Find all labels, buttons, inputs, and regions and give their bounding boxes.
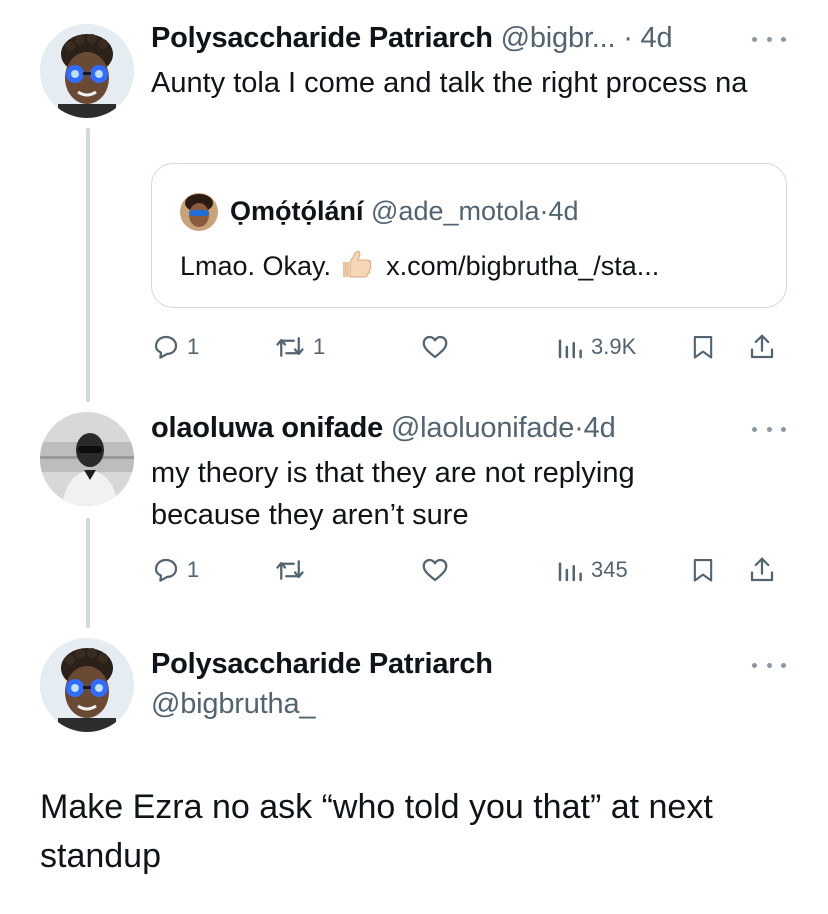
- tweet-2-actions: 1 345: [151, 550, 791, 590]
- bookmark-icon: [693, 559, 713, 582]
- repost-icon: [276, 337, 304, 357]
- author-name[interactable]: olaoluwa onifade: [151, 412, 383, 444]
- tweet-2-header: olaoluwa onifade @laoluonifade·4d: [151, 410, 616, 446]
- quote-link[interactable]: x.com/bigbrutha_/sta...: [386, 251, 659, 281]
- bookmark-button[interactable]: [689, 327, 717, 367]
- more-icon[interactable]: [752, 424, 786, 434]
- quote-author-handle[interactable]: @ade_motola: [371, 196, 540, 226]
- author-handle[interactable]: @laoluonifade: [391, 412, 574, 444]
- more-icon[interactable]: [752, 34, 786, 44]
- quote-separator-dot: ·: [539, 196, 549, 226]
- reply-button[interactable]: 1: [151, 327, 199, 367]
- like-button[interactable]: [420, 550, 450, 590]
- share-button[interactable]: [747, 327, 777, 367]
- repost-button[interactable]: [273, 550, 307, 590]
- views-icon: [558, 339, 582, 359]
- share-icon: [750, 557, 774, 582]
- reply-icon: [154, 335, 178, 359]
- quote-text-row: Lmao. Okay. x.com/bigbrutha_/sta...: [180, 248, 659, 288]
- quote-avatar: [180, 193, 218, 231]
- more-icon[interactable]: [752, 660, 786, 670]
- tweet-text: my theory is that they are not replying …: [151, 457, 635, 531]
- repost-icon: [276, 560, 304, 580]
- avatar-polysaccharide[interactable]: [40, 638, 134, 732]
- reply-count: 1: [187, 557, 200, 582]
- separator-dot: ·: [623, 22, 633, 54]
- quote-author-name[interactable]: Ọmọ́tọ́lání: [230, 196, 364, 226]
- like-button[interactable]: [420, 327, 450, 367]
- reply-button[interactable]: 1: [151, 550, 199, 590]
- avatar-polysaccharide[interactable]: [40, 24, 134, 118]
- tweet-1[interactable]: Polysaccharide Patriarch @bigbr... · 4d …: [0, 0, 828, 400]
- share-button[interactable]: [747, 550, 777, 590]
- heart-icon: [422, 335, 448, 359]
- tweet-2[interactable]: olaoluwa onifade @laoluonifade·4d my the…: [0, 400, 828, 630]
- heart-icon: [422, 558, 448, 582]
- author-handle[interactable]: @bigbr...: [501, 22, 616, 54]
- tweet-3-handle: @bigbrutha_: [151, 686, 315, 722]
- repost-count: 1: [313, 334, 326, 359]
- bookmark-icon: [693, 336, 713, 359]
- tweet-text: Aunty tola I come and talk the right pro…: [151, 67, 748, 99]
- tweet-1-header: Polysaccharide Patriarch @bigbr... · 4d: [151, 20, 673, 56]
- author-name[interactable]: Polysaccharide Patriarch: [151, 22, 493, 54]
- quote-text: Lmao. Okay.: [180, 251, 332, 281]
- main-tweet-text: Make Ezra no ask “who told you that” at …: [40, 788, 713, 875]
- author-name[interactable]: Polysaccharide Patriarch: [151, 648, 493, 680]
- quote-header: Ọmọ́tọ́lání @ade_motola·4d: [230, 193, 579, 229]
- bookmark-button[interactable]: [689, 550, 717, 590]
- quote-tweet[interactable]: Ọmọ́tọ́lání @ade_motola·4d Lmao. Okay. x…: [151, 163, 787, 308]
- author-handle[interactable]: @bigbrutha_: [151, 688, 315, 720]
- views-icon: [558, 562, 582, 582]
- avatar-olaoluwa[interactable]: [40, 412, 134, 506]
- timestamp[interactable]: 4d: [641, 22, 673, 54]
- views-count: 345: [591, 557, 628, 582]
- thumbs-up-icon: [339, 249, 373, 288]
- repost-button[interactable]: 1: [273, 327, 325, 367]
- share-icon: [750, 334, 774, 359]
- tweet-1-actions: 1 1 3.9K: [151, 327, 791, 367]
- views-button[interactable]: 3.9K: [555, 327, 636, 367]
- views-count: 3.9K: [591, 334, 637, 359]
- quote-timestamp[interactable]: 4d: [549, 196, 579, 226]
- views-button[interactable]: 345: [555, 550, 628, 590]
- reply-count: 1: [187, 334, 200, 359]
- tweet-3-name: Polysaccharide Patriarch: [151, 646, 493, 682]
- separator-dot: ·: [574, 412, 584, 444]
- reply-icon: [154, 558, 178, 582]
- timestamp[interactable]: 4d: [584, 412, 616, 444]
